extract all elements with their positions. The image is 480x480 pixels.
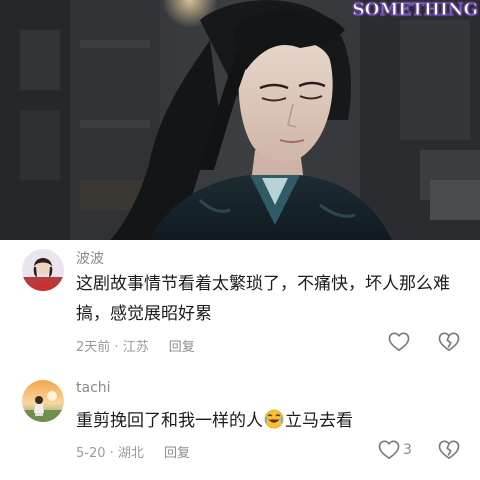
comment-text-part: 立马去看	[285, 411, 353, 431]
crying-laughing-emoji	[264, 409, 284, 429]
comment-time: 2天前	[76, 340, 111, 355]
like-button[interactable]: 3	[378, 440, 412, 460]
comment-location: 江苏	[122, 340, 149, 355]
comment-text-part: 重剪挽回了和我一样的人	[76, 411, 263, 431]
dislike-button[interactable]	[438, 332, 460, 352]
comment-screen: SOMETHING 波波 这剧故事情节看着太繁琐了，不痛快，坏人那么难搞，感觉展…	[0, 0, 480, 480]
comment-meta: 5-20 · 湖北 回复	[76, 442, 190, 461]
comment-item: tachi 重剪挽回了和我一样的人 立马去看 5-20 · 湖北 回复 3	[0, 365, 480, 480]
comment-username[interactable]: tachi	[76, 380, 111, 396]
comment-meta: 2天前 · 江苏 回复	[76, 336, 195, 355]
meta-separator: ·	[105, 446, 118, 461]
avatar[interactable]	[22, 380, 64, 422]
comment-location: 湖北	[117, 446, 144, 461]
avatar-image	[22, 249, 64, 291]
dislike-button[interactable]	[438, 440, 460, 460]
comment-text: 这剧故事情节看着太繁琐了，不痛快，坏人那么难搞，感觉展昭好累	[76, 274, 450, 324]
heart-icon	[378, 440, 400, 459]
broken-heart-icon	[438, 332, 460, 351]
comment-text: 重剪挽回了和我一样的人 立马去看	[76, 406, 466, 436]
reply-button[interactable]: 回复	[169, 340, 195, 355]
comment-time: 5-20	[76, 446, 106, 461]
like-count: 3	[403, 442, 412, 458]
avatar[interactable]	[22, 249, 64, 291]
comment-username[interactable]: 波波	[76, 248, 104, 268]
comment-item: 波波 这剧故事情节看着太繁琐了，不痛快，坏人那么难搞，感觉展昭好累 2天前 · …	[0, 240, 480, 365]
avatar-image	[22, 380, 64, 422]
broken-heart-icon	[438, 440, 460, 459]
watermark-text: SOMETHING	[352, 0, 479, 21]
reply-button[interactable]: 回复	[164, 446, 190, 461]
like-button[interactable]	[388, 332, 413, 352]
heart-icon	[388, 332, 410, 351]
drama-still-image: SOMETHING	[0, 0, 480, 240]
drama-still-illustration	[0, 0, 480, 240]
meta-separator: ·	[110, 340, 123, 355]
